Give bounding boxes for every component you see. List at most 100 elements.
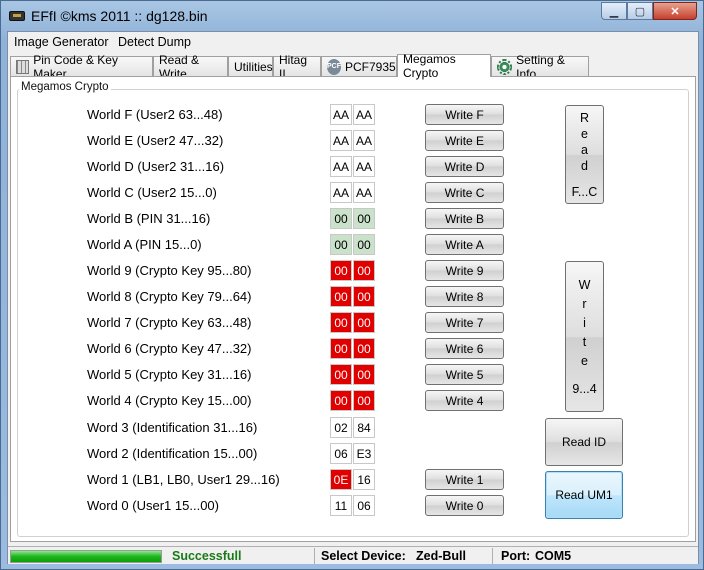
write-94-letters: Write xyxy=(579,276,591,371)
tab-utilities[interactable]: Utilities xyxy=(228,56,273,76)
hex-byte-low[interactable]: E3 xyxy=(353,443,375,464)
letter: a xyxy=(581,142,588,157)
tab-pin-code-key-maker[interactable]: Pin Code & Key Maker xyxy=(10,53,153,81)
write-9-4-button[interactable]: Write 9...4 xyxy=(565,261,604,412)
hex-byte-high[interactable]: 0E xyxy=(330,469,352,490)
write-word-button[interactable]: Write E xyxy=(425,130,504,151)
status-message: Successfull xyxy=(172,549,242,563)
hex-byte-high[interactable]: 06 xyxy=(330,443,352,464)
hex-byte-low[interactable]: 00 xyxy=(353,390,375,411)
write-word-button[interactable]: Write F xyxy=(425,104,504,125)
read-fc-letters: Read xyxy=(580,110,589,174)
grid-icon xyxy=(16,59,30,74)
write-word-button[interactable]: Write 5 xyxy=(425,364,504,385)
hex-byte-low[interactable]: AA xyxy=(353,182,375,203)
letter: d xyxy=(581,158,588,173)
write-word-button[interactable]: Write B xyxy=(425,208,504,229)
hex-byte-low[interactable]: 00 xyxy=(353,234,375,255)
read-f-c-button[interactable]: Read F...C xyxy=(565,105,604,204)
hex-byte-low[interactable]: 00 xyxy=(353,260,375,281)
app-window: EFfI ©kms 2011 :: dg128.bin ▁ ▢ ✕ Image … xyxy=(0,0,704,570)
window-title: EFfI ©kms 2011 :: dg128.bin xyxy=(31,8,208,24)
progress-fill xyxy=(11,551,161,562)
hex-byte-high[interactable]: 11 xyxy=(330,495,352,516)
read-id-button[interactable]: Read ID xyxy=(545,418,623,466)
hex-byte-low[interactable]: 00 xyxy=(353,286,375,307)
write-94-range: 9...4 xyxy=(572,382,597,396)
hex-byte-high[interactable]: 00 xyxy=(330,390,352,411)
hex-byte-low[interactable]: AA xyxy=(353,130,375,151)
tab-megamos-crypto[interactable]: Megamos Crypto xyxy=(397,52,491,80)
letter: r xyxy=(582,297,587,311)
menu-detect-dump[interactable]: Detect Dump xyxy=(118,35,191,49)
hex-byte-low[interactable]: 00 xyxy=(353,208,375,229)
hex-byte-high[interactable]: AA xyxy=(330,156,352,177)
device-value: Zed-Bull xyxy=(416,549,466,563)
hex-byte-high[interactable]: AA xyxy=(330,104,352,125)
pcf-icon: PCF xyxy=(327,58,341,75)
row-label: World 4 (Crypto Key 15...00) xyxy=(87,393,252,408)
minimize-button[interactable]: ▁ xyxy=(601,2,627,20)
hex-byte-high[interactable]: 00 xyxy=(330,286,352,307)
hex-byte-high[interactable]: AA xyxy=(330,182,352,203)
row-label: World A (PIN 15...0) xyxy=(87,237,202,252)
hex-byte-low[interactable]: 00 xyxy=(353,312,375,333)
hex-byte-low[interactable]: 06 xyxy=(353,495,375,516)
row-label: World 7 (Crypto Key 63...48) xyxy=(87,315,252,330)
hex-byte-high[interactable]: 00 xyxy=(330,364,352,385)
hex-byte-low[interactable]: 00 xyxy=(353,338,375,359)
write-word-button[interactable]: Write 8 xyxy=(425,286,504,307)
write-word-button[interactable]: Write D xyxy=(425,156,504,177)
write-word-button[interactable]: Write 0 xyxy=(425,495,504,516)
tab-strip: Pin Code & Key Maker Read & Write Utilit… xyxy=(10,52,698,81)
close-icon: ✕ xyxy=(670,5,680,18)
hex-byte-low[interactable]: AA xyxy=(353,156,375,177)
title-bar[interactable]: EFfI ©kms 2011 :: dg128.bin ▁ ▢ ✕ xyxy=(1,1,703,31)
hex-byte-high[interactable]: 00 xyxy=(330,208,352,229)
write-word-button[interactable]: Write A xyxy=(425,234,504,255)
read-um1-button[interactable]: Read UM1 xyxy=(545,471,623,519)
hex-byte-low[interactable]: 00 xyxy=(353,364,375,385)
hex-byte-high[interactable]: AA xyxy=(330,130,352,151)
letter: t xyxy=(582,335,587,349)
row-label: Word 0 (User1 15...00) xyxy=(87,498,219,513)
hex-byte-high[interactable]: 00 xyxy=(330,234,352,255)
app-icon[interactable] xyxy=(9,11,25,21)
write-word-button[interactable]: Write C xyxy=(425,182,504,203)
hex-byte-high[interactable]: 00 xyxy=(330,338,352,359)
letter: e xyxy=(581,126,588,141)
tab-setting-info[interactable]: Setting & Info xyxy=(491,53,589,81)
write-word-button[interactable]: Write 6 xyxy=(425,338,504,359)
write-word-button[interactable]: Write 9 xyxy=(425,260,504,281)
hex-byte-low[interactable]: AA xyxy=(353,104,375,125)
row-label: World 8 (Crypto Key 79...64) xyxy=(87,289,252,304)
status-separator xyxy=(492,548,493,564)
tab-label: PCF7935 xyxy=(345,59,396,74)
tab-pcf7935[interactable]: PCF PCF7935 xyxy=(321,56,397,76)
row-label: World C (User2 15...0) xyxy=(87,185,217,200)
write-word-button[interactable]: Write 1 xyxy=(425,469,504,490)
menu-image-generator[interactable]: Image Generator xyxy=(14,35,109,49)
maximize-button[interactable]: ▢ xyxy=(627,2,653,20)
window-controls: ▁ ▢ ✕ xyxy=(601,2,697,20)
device-label: Select Device: xyxy=(321,549,406,563)
letter: W xyxy=(578,278,591,292)
row-label: Word 3 (Identification 31...16) xyxy=(87,420,258,435)
row-label: World 5 (Crypto Key 31...16) xyxy=(87,367,252,382)
close-button[interactable]: ✕ xyxy=(653,2,697,20)
hex-byte-high[interactable]: 00 xyxy=(330,312,352,333)
letter: i xyxy=(583,316,586,330)
menu-bar: Image Generator Detect Dump xyxy=(8,32,698,52)
row-label: Word 1 (LB1, LB0, User1 29...16) xyxy=(87,472,280,487)
group-title: Megamos Crypto xyxy=(19,81,111,93)
write-word-button[interactable]: Write 4 xyxy=(425,390,504,411)
hex-byte-high[interactable]: 02 xyxy=(330,417,352,438)
row-label: World F (User2 63...48) xyxy=(87,107,223,122)
write-word-button[interactable]: Write 7 xyxy=(425,312,504,333)
hex-byte-low[interactable]: 84 xyxy=(353,417,375,438)
letter: e xyxy=(581,354,588,368)
tab-read-write[interactable]: Read & Write xyxy=(153,53,228,81)
hex-byte-high[interactable]: 00 xyxy=(330,260,352,281)
hex-byte-low[interactable]: 16 xyxy=(353,469,375,490)
tab-hitag-ii[interactable]: Hitag II xyxy=(273,53,321,81)
